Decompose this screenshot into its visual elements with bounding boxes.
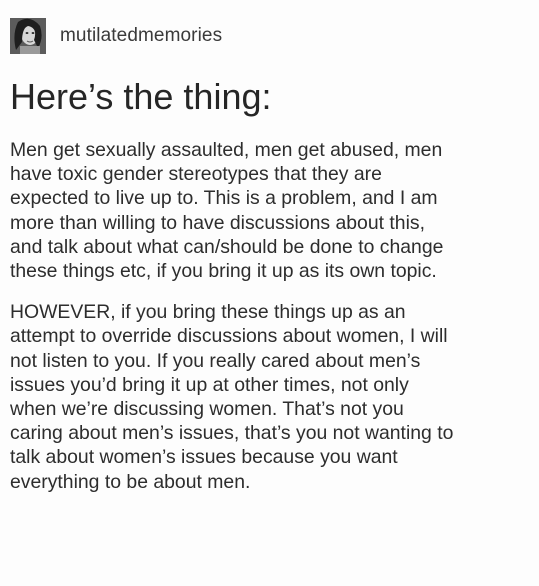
text-line: not listen to you. If you really cared a… <box>10 349 421 372</box>
post-header: mutilatedmemories <box>10 18 222 54</box>
text-line: caring about men’s issues, that’s you no… <box>10 422 454 445</box>
text-line: Men get sexually assaulted, men get abus… <box>10 139 443 161</box>
text-line: HOWEVER, if you bring these things up as… <box>10 301 406 324</box>
text-line: and talk about what can/should be done t… <box>10 235 444 258</box>
post-body: Men get sexually assaulted, men get abus… <box>10 138 534 494</box>
paragraph-2: HOWEVER, if you bring these things up as… <box>10 300 534 494</box>
tumblr-post: mutilatedmemories Here’s the thing: Men … <box>0 0 539 586</box>
text-line: have toxic gender stereotypes that they … <box>10 163 382 186</box>
avatar-photo-icon <box>10 18 46 54</box>
post-title: Here’s the thing: <box>10 76 272 117</box>
paragraph-1: Men get sexually assaulted, men get abus… <box>10 138 534 283</box>
text-line: more than willing to have discussions ab… <box>10 211 425 234</box>
avatar[interactable] <box>10 18 46 54</box>
username-link[interactable]: mutilatedmemories <box>60 25 222 47</box>
text-line: when we’re discussing women. That’s not … <box>10 398 404 421</box>
text-line: attempt to override discussions about wo… <box>10 325 448 348</box>
text-line: these things etc, if you bring it up as … <box>10 260 437 283</box>
text-line: issues you’d bring it up at other times,… <box>10 373 409 396</box>
text-line: talk about women’s issues because you wa… <box>10 446 398 469</box>
text-line: expected to live up to. This is a proble… <box>10 187 438 210</box>
text-line: everything to be about men. <box>10 470 251 493</box>
